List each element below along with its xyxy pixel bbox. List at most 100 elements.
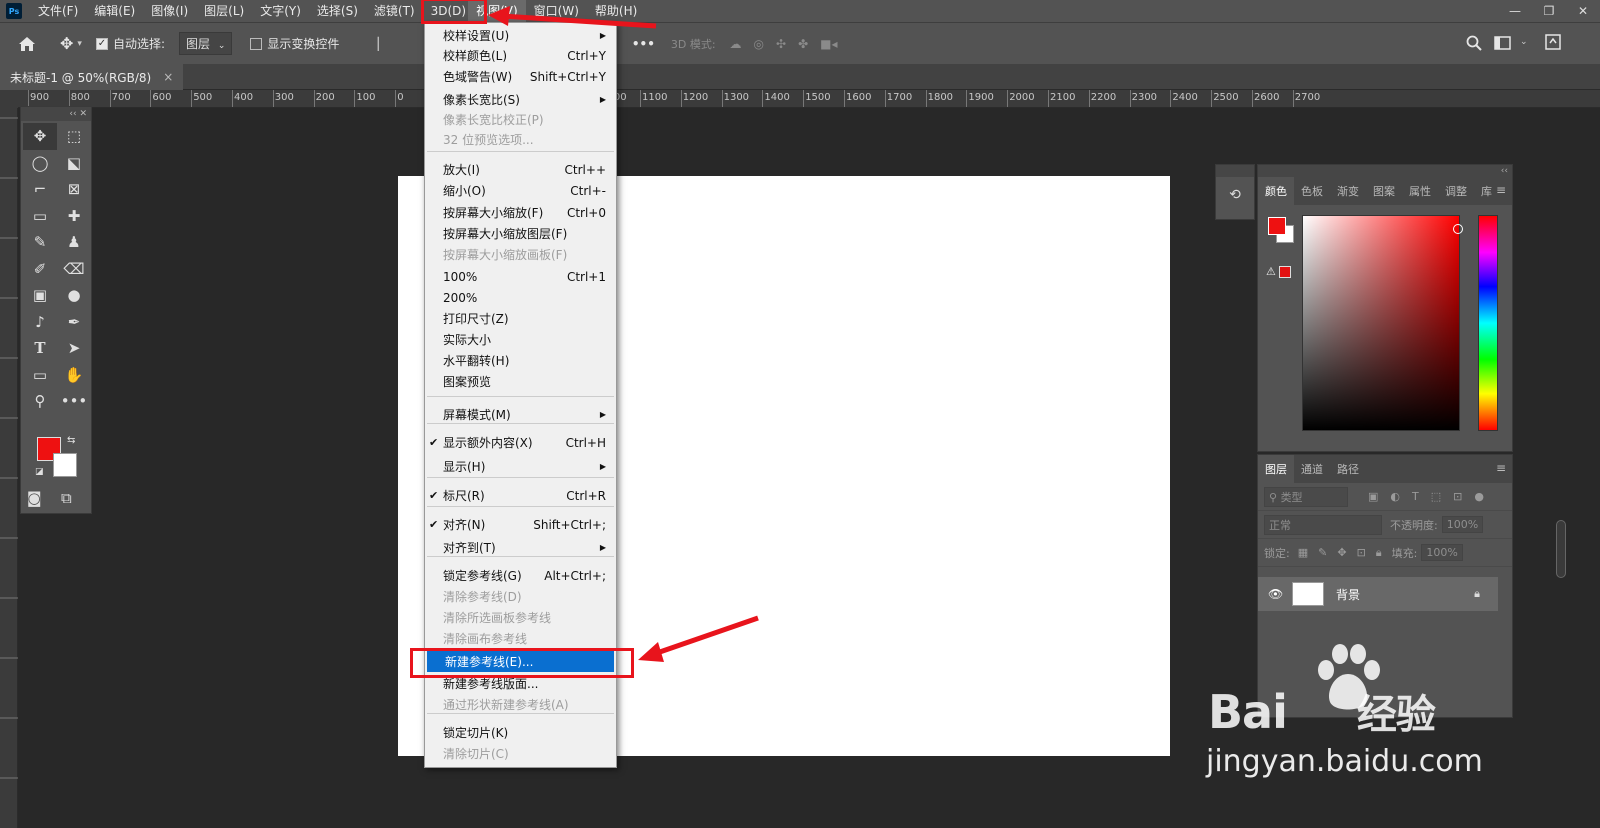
filter-toggle-icon[interactable]: ● — [1474, 490, 1484, 503]
default-colors-icon[interactable]: ◪ — [35, 467, 44, 477]
view-menu-item[interactable]: 200% — [425, 287, 616, 308]
more-tools-icon[interactable]: ••• — [57, 388, 91, 415]
tab-channels[interactable]: 通道 — [1294, 455, 1330, 483]
align-left-icon[interactable]: ▕ — [369, 37, 378, 51]
healing-brush-icon[interactable]: ✚ — [57, 203, 91, 230]
gradient-tool-icon[interactable]: ▣ — [23, 282, 57, 309]
tab-gradients[interactable]: 渐变 — [1330, 177, 1366, 205]
tab-swatches[interactable]: 色板 — [1294, 177, 1330, 205]
vertical-ruler[interactable] — [0, 108, 18, 828]
rectangle-tool-icon[interactable]: ▭ — [23, 362, 57, 389]
pen-tool-icon[interactable]: ✒ — [57, 309, 91, 336]
view-menu-item[interactable]: 清除所选画板参考线 — [425, 607, 616, 628]
menu-edit[interactable]: 编辑(E) — [86, 0, 143, 22]
view-menu-item[interactable]: 锁定参考线(G) Alt+Ctrl+; — [425, 565, 616, 586]
view-menu-item[interactable]: 色域警告(W) Shift+Ctrl+Y — [425, 66, 616, 87]
brush-tool-icon[interactable]: ✎ — [23, 229, 57, 256]
panel-menu-icon[interactable]: ≡ — [1496, 183, 1506, 197]
horizontal-ruler[interactable]: 9008007006005004003002001000600700800900… — [18, 90, 1600, 108]
auto-select-target-dropdown[interactable]: 图层 ⌄ — [178, 32, 233, 55]
panel-scroll-grip[interactable] — [1556, 520, 1566, 578]
tab-adjustments[interactable]: 调整 — [1438, 177, 1474, 205]
auto-select-checkbox[interactable]: ✓ — [95, 37, 108, 50]
view-menu-item[interactable]: 清除切片(C) — [425, 743, 616, 764]
view-menu-item[interactable]: ✔ 对齐(N) Shift+Ctrl+; — [425, 514, 616, 535]
color-picker-cursor[interactable] — [1453, 224, 1463, 234]
tab-paths[interactable]: 路径 — [1330, 455, 1366, 483]
share-icon[interactable] — [1544, 33, 1562, 51]
eraser-tool-icon[interactable]: ⌫ — [57, 256, 91, 283]
workspace-icon[interactable] — [1494, 35, 1512, 51]
search-icon[interactable] — [1466, 35, 1482, 51]
chevron-down-icon[interactable]: ⌄ — [1520, 37, 1528, 47]
view-menu-item[interactable]: 按屏幕大小缩放画板(F) — [425, 244, 616, 265]
gamut-warning[interactable]: ⚠ — [1266, 265, 1291, 278]
view-menu-item[interactable]: ✔ 标尺(R) Ctrl+R — [425, 485, 616, 506]
blend-mode-dropdown[interactable]: 正常 — [1264, 514, 1382, 535]
view-menu-item[interactable]: 像素长宽比(S) ▶ — [425, 89, 616, 110]
view-menu-item[interactable]: 图案预览 — [425, 371, 616, 392]
background-color-swatch[interactable] — [53, 453, 77, 477]
view-menu-item[interactable]: 打印尺寸(Z) — [425, 308, 616, 329]
view-menu-item[interactable]: 缩小(O) Ctrl+- — [425, 180, 616, 201]
tab-patterns[interactable]: 图案 — [1366, 177, 1402, 205]
3d-slide-icon[interactable]: ✤ — [798, 37, 808, 51]
path-select-icon[interactable]: ➤ — [57, 335, 91, 362]
filter-smart-icon[interactable]: ⊡ — [1453, 490, 1462, 503]
fill-input[interactable]: 100% — [1421, 544, 1463, 561]
zoom-tool-icon[interactable]: ⚲ — [23, 388, 57, 415]
marquee-tool-icon[interactable]: ⬚ — [57, 123, 91, 150]
3d-pan-icon[interactable]: ✣ — [776, 37, 786, 51]
panel-strip-header[interactable] — [1216, 165, 1254, 177]
crop-tool-icon[interactable]: ⌐ — [23, 176, 57, 203]
home-icon[interactable] — [18, 36, 36, 52]
view-menu-item[interactable]: 按屏幕大小缩放(F) Ctrl+0 — [425, 202, 616, 223]
show-transform-option[interactable]: 显示变换控件 — [250, 35, 339, 52]
close-icon[interactable]: × — [163, 70, 173, 84]
document-tab[interactable]: 未标题-1 @ 50%(RGB/8) × — [0, 64, 184, 90]
toolbox-header[interactable]: ‹‹ ✕ — [21, 107, 91, 121]
more-icon[interactable]: ••• — [632, 37, 655, 51]
view-menu-item[interactable]: 通过形状新建参考线(A) — [425, 694, 616, 715]
lock-all-icon[interactable]: 🔒︎ — [1376, 546, 1382, 560]
auto-select-option[interactable]: ✓ 自动选择: — [95, 35, 165, 52]
type-tool-icon[interactable]: T — [23, 335, 57, 362]
filter-pixel-icon[interactable]: ▣ — [1368, 490, 1378, 503]
history-icon[interactable]: ⟲ — [1225, 187, 1245, 207]
menu-file[interactable]: 文件(F) — [30, 0, 86, 22]
history-brush-icon[interactable]: ✐ — [23, 256, 57, 283]
lock-position-icon[interactable]: ✥ — [1337, 546, 1346, 559]
view-menu-item[interactable]: 校样颜色(L) Ctrl+Y — [425, 45, 616, 66]
view-menu-item[interactable]: 放大(I) Ctrl++ — [425, 159, 616, 180]
panel-menu-icon[interactable]: ≡ — [1496, 461, 1506, 475]
view-menu-item[interactable]: 锁定切片(K) — [425, 722, 616, 743]
view-menu-item[interactable]: 清除画布参考线 — [425, 628, 616, 649]
view-menu-item[interactable]: 实际大小 — [425, 329, 616, 350]
filter-type-icon[interactable]: T — [1412, 490, 1419, 503]
color-panel-header[interactable]: ‹‹ — [1258, 165, 1512, 177]
layer-filter-dropdown[interactable]: ⚲ 类型 — [1264, 486, 1348, 507]
menu-image[interactable]: 图像(I) — [143, 0, 196, 22]
hand-tool-icon[interactable]: ✋ — [57, 362, 91, 389]
show-transform-checkbox[interactable] — [250, 37, 263, 50]
frame-tool-icon[interactable]: ⊠ — [57, 176, 91, 203]
menu-type[interactable]: 文字(Y) — [252, 0, 309, 22]
chevron-down-icon[interactable]: ▾ — [77, 39, 82, 49]
view-menu-item[interactable]: 显示(H) ▶ — [425, 456, 616, 477]
move-tool-icon[interactable]: ✥ — [60, 34, 73, 53]
tab-layers[interactable]: 图层 — [1258, 455, 1294, 483]
filter-shape-icon[interactable]: ⬚ — [1431, 490, 1441, 503]
view-menu-item[interactable]: ✔ 显示额外内容(X) Ctrl+H — [425, 432, 616, 453]
quick-mask-icon[interactable]: ◙ — [27, 489, 42, 507]
screen-mode-icon[interactable]: ⧉ — [61, 489, 72, 507]
minimize-icon[interactable]: — — [1498, 0, 1532, 22]
view-menu-item[interactable]: 对齐到(T) ▶ — [425, 537, 616, 558]
lock-transparent-icon[interactable]: ▦ — [1298, 546, 1308, 559]
swap-colors-icon[interactable]: ⇆ — [67, 435, 75, 446]
view-menu-item[interactable]: 屏幕模式(M) ▶ — [425, 404, 616, 425]
tab-color[interactable]: 颜色 — [1258, 177, 1294, 205]
opacity-input[interactable]: 100% — [1441, 516, 1484, 533]
dodge-tool-icon[interactable]: ♪ — [23, 309, 57, 336]
lock-artboard-icon[interactable]: ⊡ — [1357, 546, 1366, 559]
menu-select[interactable]: 选择(S) — [309, 0, 366, 22]
